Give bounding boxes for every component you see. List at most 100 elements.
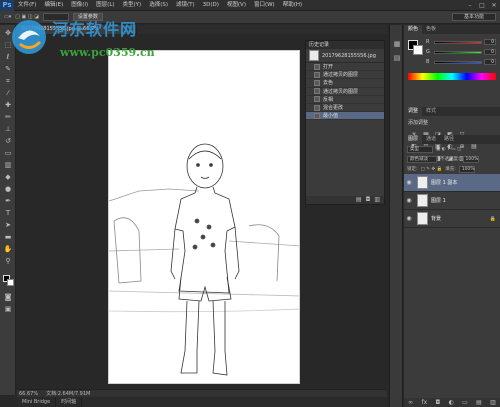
selection-mode-icons[interactable]: ▢ ▣ ◫ ◪: [15, 14, 39, 20]
menu-item[interactable]: 3D(D): [199, 0, 223, 11]
history-brush-tool-icon[interactable]: ↺: [3, 137, 13, 146]
healing-tool-icon[interactable]: ✚: [3, 101, 13, 110]
menu-item[interactable]: 选择(S): [145, 0, 172, 11]
menu-item[interactable]: 滤镜(T): [172, 0, 199, 11]
history-item[interactable]: 反相: [306, 96, 384, 104]
new-layer-icon[interactable]: ▤: [476, 399, 482, 406]
menu-item[interactable]: 视图(V): [223, 0, 250, 11]
background-color-swatch[interactable]: [7, 279, 14, 286]
blur-tool-icon[interactable]: ◆: [3, 173, 13, 182]
layer-filter-icons[interactable]: ▣ ◐ T ▭ ◫: [436, 147, 461, 152]
history-snapshot[interactable]: 20179628155556.jpg: [306, 49, 384, 63]
delete-trash-icon[interactable]: ▥: [374, 196, 380, 204]
document-tab[interactable]: 20179828155556.jpg @ 66.7%: [17, 25, 137, 34]
visibility-eye-icon[interactable]: ◉: [404, 197, 414, 204]
color-spectrum[interactable]: [408, 73, 496, 80]
layer-kind-select[interactable]: 类型: [407, 145, 433, 153]
channel-slider[interactable]: [434, 60, 482, 64]
layer-row[interactable]: ◉ 图层 1: [404, 192, 500, 210]
delete-layer-icon[interactable]: ▥: [490, 399, 496, 406]
opacity-field[interactable]: 100%: [462, 155, 479, 163]
snapshot-camera-icon[interactable]: ◘: [366, 196, 371, 204]
history-item[interactable]: 通过拷贝的图层: [306, 71, 384, 80]
tab-swatches[interactable]: 色板: [422, 25, 440, 34]
refine-edge-button[interactable]: 设置参数: [72, 13, 103, 21]
stamp-tool-icon[interactable]: ⊥: [3, 125, 13, 134]
link-layers-icon[interactable]: ∞: [408, 399, 413, 406]
adjustment-layer-icon[interactable]: ◐: [449, 399, 454, 406]
blend-mode-select[interactable]: 颜色减淡: [407, 155, 437, 163]
new-group-icon[interactable]: ▭: [462, 399, 468, 406]
channel-value[interactable]: 0: [484, 59, 496, 65]
tab-layers[interactable]: 图层: [404, 135, 423, 144]
zoom-tool-icon[interactable]: ⚲: [3, 257, 13, 266]
minimize-icon[interactable]: –: [464, 0, 476, 11]
menu-item[interactable]: 图层(L): [92, 0, 118, 11]
lasso-tool-icon[interactable]: ℓ: [3, 53, 13, 62]
shape-tool-icon[interactable]: ▬: [3, 233, 13, 242]
tab-color[interactable]: 颜色: [404, 25, 423, 34]
menu-item[interactable]: 图像(I): [67, 0, 92, 11]
tool-preset-icon[interactable]: ▭▾: [4, 14, 11, 20]
menu-item[interactable]: 类型(Y): [119, 0, 146, 11]
history-panel-icon[interactable]: ▦: [392, 39, 402, 49]
channel-value[interactable]: 0: [484, 49, 496, 55]
new-document-from-state-icon[interactable]: ▤: [356, 196, 362, 204]
history-item[interactable]: 最小值: [306, 112, 384, 121]
visibility-eye-icon[interactable]: ◉: [404, 215, 414, 222]
doc-info: 文档:2.64M/7.91M: [46, 391, 91, 397]
brush-tool-icon[interactable]: ✏: [3, 113, 13, 122]
tab-adjustments[interactable]: 调整: [404, 107, 423, 116]
lock-icons[interactable]: ▢ ✎ ✥ 🔒: [421, 167, 443, 172]
tab-paths[interactable]: 路径: [440, 135, 458, 144]
screen-mode-icon[interactable]: ▣: [3, 305, 13, 314]
history-item[interactable]: 去色: [306, 79, 384, 88]
history-item[interactable]: 打开: [306, 63, 384, 72]
quick-mask-icon[interactable]: ◙: [3, 293, 13, 302]
hand-tool-icon[interactable]: ✋: [3, 245, 13, 254]
crop-tool-icon[interactable]: ⌗: [3, 77, 13, 86]
channel-slider[interactable]: [434, 40, 482, 44]
marquee-tool-icon[interactable]: ⬚: [3, 41, 13, 50]
type-tool-icon[interactable]: T: [3, 209, 13, 218]
app-logo: Ps: [0, 0, 14, 11]
channel-slider[interactable]: [434, 50, 482, 54]
color-panel-tabs: 颜色 色板: [404, 25, 500, 34]
pen-tool-icon[interactable]: ✒: [3, 197, 13, 206]
tab-timeline[interactable]: 时间轴: [56, 397, 83, 407]
fill-field[interactable]: 100%: [458, 165, 475, 173]
zoom-level[interactable]: 66.67%: [19, 391, 38, 397]
layer-thumbnail: [417, 194, 428, 207]
menu-item[interactable]: 窗口(W): [250, 0, 279, 11]
menu-item[interactable]: 编辑(E): [40, 0, 67, 11]
feather-field[interactable]: [42, 13, 69, 21]
add-mask-icon[interactable]: ◘: [435, 399, 440, 406]
workspace-select[interactable]: 基本功能: [452, 13, 496, 21]
channel-label: G: [426, 49, 430, 55]
visibility-eye-icon[interactable]: ◉: [404, 179, 414, 186]
quick-select-tool-icon[interactable]: ✎: [3, 65, 13, 74]
menu-item[interactable]: 文件(F): [14, 0, 40, 11]
eraser-tool-icon[interactable]: ▭: [3, 149, 13, 158]
layer-row[interactable]: ◉ 图层 1 副本: [404, 174, 500, 192]
dodge-tool-icon[interactable]: ●: [3, 185, 13, 194]
close-icon[interactable]: ✕: [488, 0, 500, 11]
maximize-icon[interactable]: □: [476, 0, 488, 11]
eyedropper-tool-icon[interactable]: ⁄: [3, 89, 13, 98]
properties-panel-icon[interactable]: ▤: [392, 53, 402, 63]
tab-mini-bridge[interactable]: Mini Bridge: [17, 397, 57, 407]
color-bg-swatch[interactable]: [413, 45, 423, 55]
gradient-tool-icon[interactable]: ▥: [3, 161, 13, 170]
channel-value[interactable]: 0: [484, 39, 496, 45]
tab-channels[interactable]: 通道: [422, 135, 440, 144]
layer-style-icon[interactable]: fx: [421, 399, 427, 406]
history-item[interactable]: 混合更改: [306, 104, 384, 113]
layer-row[interactable]: ◉ 背景 🔒: [404, 210, 500, 228]
menu-item[interactable]: 帮助(H): [279, 0, 306, 11]
move-tool-icon[interactable]: ✥: [3, 29, 13, 38]
blend-opacity-row: 颜色减淡 不透明度: 100%: [404, 154, 500, 164]
document-canvas[interactable]: [108, 50, 300, 384]
tab-styles[interactable]: 样式: [422, 107, 440, 116]
history-item[interactable]: 通过拷贝的图层: [306, 88, 384, 96]
path-select-tool-icon[interactable]: ➤: [3, 221, 13, 230]
